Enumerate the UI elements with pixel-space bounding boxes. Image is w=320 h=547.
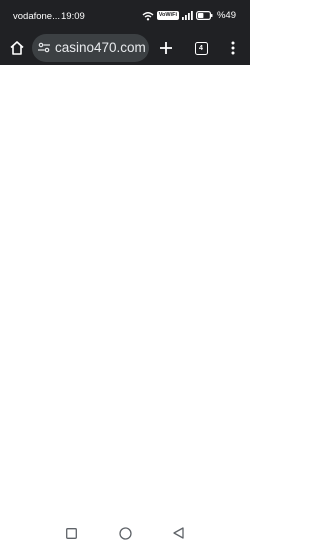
tab-count: 4 bbox=[199, 44, 203, 52]
carrier-name: vodafone... bbox=[13, 11, 61, 22]
signal-icon bbox=[181, 11, 193, 20]
back-triangle-icon bbox=[172, 527, 184, 539]
wifi-icon bbox=[142, 11, 154, 20]
web-page-content[interactable] bbox=[0, 65, 250, 517]
home-nav-button[interactable] bbox=[118, 526, 132, 540]
browser-toolbar: casino470.com 4 bbox=[0, 32, 250, 65]
new-tab-button[interactable] bbox=[154, 36, 178, 60]
new-tab-icon bbox=[160, 42, 172, 54]
back-nav-button[interactable] bbox=[171, 526, 185, 540]
battery-icon bbox=[195, 11, 213, 20]
status-icons: VoWiFi %49 bbox=[142, 10, 236, 21]
more-menu-button[interactable] bbox=[221, 36, 245, 60]
recent-apps-button[interactable] bbox=[64, 526, 78, 540]
battery-percent: %49 bbox=[216, 10, 236, 21]
tab-switcher-button[interactable]: 4 bbox=[189, 36, 213, 60]
site-settings-icon[interactable] bbox=[38, 42, 50, 53]
address-bar[interactable]: casino470.com bbox=[32, 34, 149, 62]
recent-apps-icon bbox=[65, 527, 77, 539]
home-icon bbox=[10, 41, 24, 55]
clock-time: 19:09 bbox=[61, 11, 85, 22]
status-bar: vodafone... 19:09 VoWiFi %49 bbox=[0, 0, 250, 32]
home-circle-icon bbox=[118, 526, 132, 540]
more-menu-icon bbox=[231, 41, 235, 55]
system-navigation-bar bbox=[0, 517, 250, 547]
vowifi-icon: VoWiFi bbox=[156, 11, 179, 20]
tab-switcher-icon: 4 bbox=[194, 41, 208, 55]
home-button[interactable] bbox=[5, 36, 29, 60]
url-text[interactable]: casino470.com bbox=[55, 40, 146, 55]
